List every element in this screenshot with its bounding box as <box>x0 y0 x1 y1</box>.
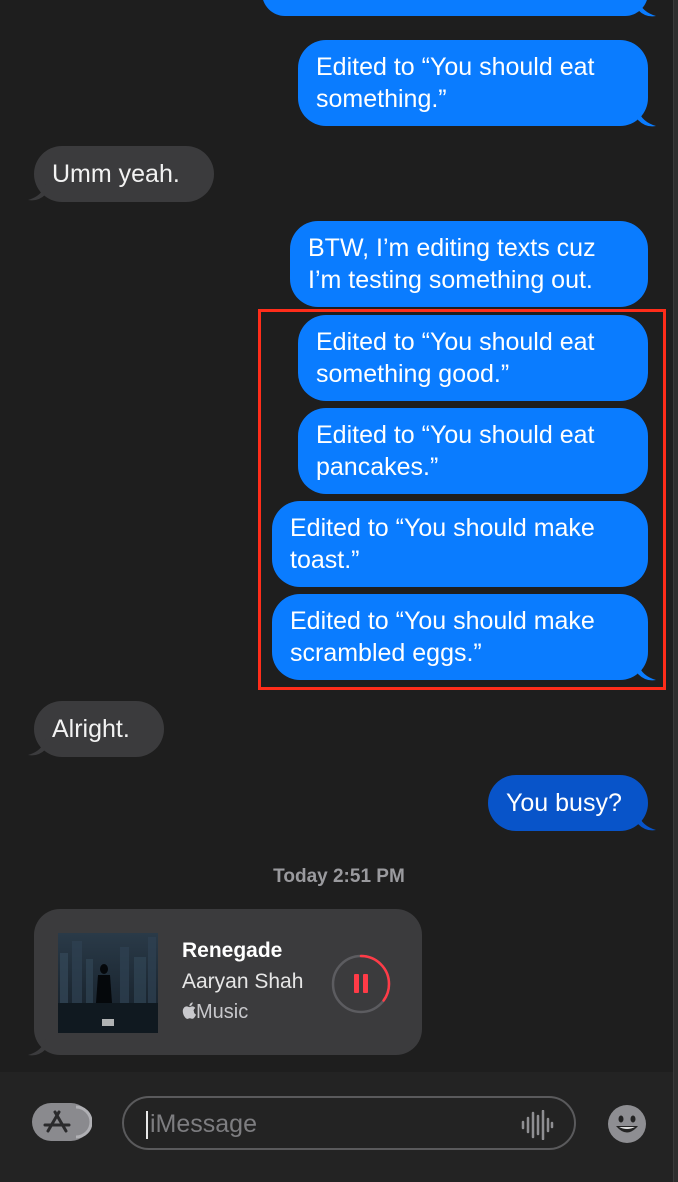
edited-messages-highlight <box>258 309 666 690</box>
pause-button[interactable] <box>330 953 392 1015</box>
message-timestamp: Today 2:51 PM <box>273 866 405 887</box>
track-title: Renegade <box>182 939 283 962</box>
conversation-pane: Edited to “You should eat something.” Um… <box>0 0 674 1182</box>
music-source: Music <box>182 1001 248 1024</box>
pause-icon <box>354 974 368 993</box>
music-source-label: Music <box>196 1001 249 1023</box>
message-bubble-outgoing[interactable]: Edited to “You should eat something.” <box>298 40 648 126</box>
apple-logo-icon <box>182 1002 196 1019</box>
track-artist: Aaryan Shah <box>182 970 304 993</box>
message-bubble-incoming[interactable]: Alright. <box>34 701 164 757</box>
text-caret <box>146 1111 148 1139</box>
imessage-placeholder: iMessage <box>150 1110 257 1138</box>
message-bubble-outgoing[interactable]: BTW, I’m editing texts cuz I’m testing s… <box>290 221 648 307</box>
message-bubble-selected[interactable]: You busy? <box>488 775 648 831</box>
waveform-icon[interactable] <box>520 1110 554 1140</box>
imessage-input[interactable]: iMessage <box>122 1096 576 1150</box>
message-bubble-partial[interactable] <box>262 0 648 16</box>
window-edge <box>674 0 678 1182</box>
apple-music-card[interactable]: Renegade Aaryan Shah Music <box>34 909 422 1055</box>
bubble-tail <box>28 184 46 201</box>
bubble-tail <box>28 1039 46 1056</box>
appstore-button[interactable] <box>32 1103 93 1141</box>
bubble-tail <box>638 110 656 127</box>
emoji-button[interactable] <box>606 1103 648 1145</box>
bubble-tail <box>28 739 46 756</box>
bubble-tail <box>638 814 656 831</box>
emoji-icon <box>608 1105 646 1143</box>
message-bubble-incoming[interactable]: Umm yeah. <box>34 146 214 202</box>
bubble-tail <box>638 0 656 17</box>
album-artwork[interactable] <box>58 933 158 1033</box>
